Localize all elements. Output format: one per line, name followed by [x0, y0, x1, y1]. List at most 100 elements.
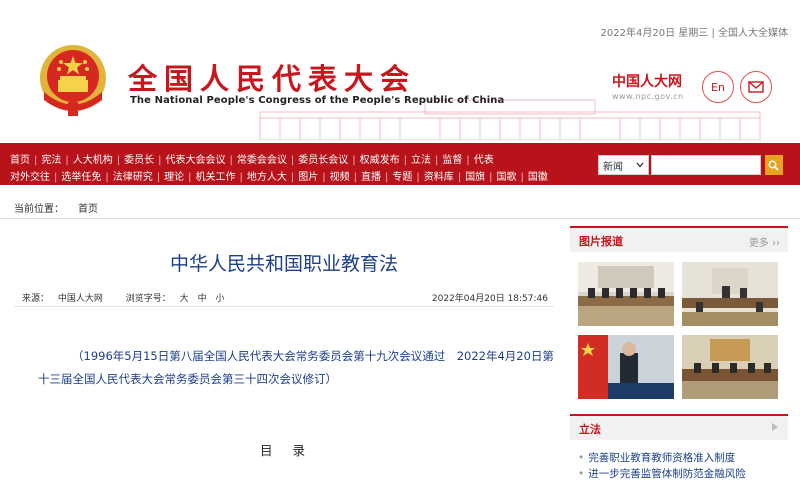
nav-separator: |: [489, 172, 493, 183]
nav-item[interactable]: 机关工作: [196, 172, 236, 183]
nav-separator: |: [352, 155, 356, 166]
mail-button[interactable]: [740, 71, 772, 103]
bullet-icon: •: [578, 452, 585, 464]
nav-row-2: 对外交往 | 选举任免 | 法律研究 | 理论 | 机关工作 | 地方人大 | 图片 | 视频 | 直播 | 专题 |…: [10, 168, 548, 183]
site-title-english: The National People's Congress of the Pe…: [130, 95, 505, 106]
photo-report-header: 图片报道 更多 ››: [570, 226, 788, 252]
divider: [14, 306, 554, 307]
site-title: 全国人民代表大会: [128, 62, 417, 96]
font-size-large[interactable]: 大: [180, 294, 189, 304]
more-label: 更多: [748, 238, 769, 249]
nav-separator: |: [322, 172, 326, 183]
nav-item[interactable]: 代表大会会议: [166, 155, 226, 166]
nav-separator: |: [54, 172, 58, 183]
breadcrumb-home-link[interactable]: 首页: [78, 204, 98, 215]
publish-datetime: 2022年04月20日 18:57:46: [431, 294, 548, 304]
nav-item[interactable]: 权威发布: [360, 155, 400, 166]
npc-net-logo[interactable]: 中国人大网 www.npc.gov.cn: [612, 71, 684, 101]
photo-thumbnail[interactable]: [578, 262, 674, 326]
nav-item[interactable]: 选举任免: [61, 172, 101, 183]
nav-item[interactable]: 对外交往: [10, 172, 50, 183]
nav-separator: |: [466, 155, 470, 166]
main-nav: 首页 | 宪法 | 人大机构 | 委员长 | 代表大会会议 | 常委会会议 | 委员长会议 | 权威发布 | 立…: [0, 143, 800, 185]
photo-thumbnail[interactable]: [682, 262, 778, 326]
more-arrow-icon: [772, 423, 778, 431]
nav-separator: |: [403, 155, 407, 166]
divider: [0, 218, 800, 219]
list-item[interactable]: • 完善职业教育教师资格准入制度: [578, 450, 788, 466]
nav-item[interactable]: 代表: [474, 155, 494, 166]
nav-item[interactable]: 法律研究: [113, 172, 153, 183]
breadcrumb-label: 当前位置：: [14, 204, 64, 215]
national-emblem-icon: [40, 45, 106, 116]
nav-separator: |: [105, 172, 109, 183]
nav-separator: |: [520, 172, 524, 183]
nav-row-1: 首页 | 宪法 | 人大机构 | 委员长 | 代表大会会议 | 常委会会议 | 委员长会议 | 权威发布 | 立…: [10, 151, 494, 166]
search-button[interactable]: [764, 155, 783, 175]
nav-separator: |: [353, 172, 357, 183]
source-label: 来源：: [22, 294, 50, 304]
nav-item[interactable]: 宪法: [41, 155, 61, 166]
nav-item[interactable]: 监督: [442, 155, 462, 166]
breadcrumb: 当前位置： 首页: [14, 200, 98, 215]
search-icon: [768, 160, 779, 171]
nav-item[interactable]: 委员长: [124, 155, 154, 166]
font-size-label: 浏览字号：: [125, 294, 171, 304]
list-item-label: 完善职业教育教师资格准入制度: [588, 452, 736, 464]
bullet-icon: •: [578, 468, 585, 480]
toc-heading: 目录: [260, 443, 326, 458]
nav-item[interactable]: 理论: [164, 172, 184, 183]
list-item-label: 进一步完善监管体制防范金融风险: [588, 468, 746, 480]
nav-separator: |: [239, 172, 243, 183]
nav-item[interactable]: 国徽: [528, 172, 548, 183]
nav-item[interactable]: 首页: [10, 155, 30, 166]
nav-item[interactable]: 立法: [411, 155, 431, 166]
font-size-medium[interactable]: 中: [198, 294, 207, 304]
font-size-small[interactable]: 小: [215, 294, 224, 304]
nav-item[interactable]: 视频: [330, 172, 350, 183]
nav-separator: |: [290, 172, 295, 183]
nav-separator: |: [416, 172, 420, 183]
nav-separator: |: [385, 172, 389, 183]
nav-item[interactable]: 委员长会议: [298, 155, 348, 166]
nav-separator: |: [290, 155, 295, 166]
chevron-down-icon: [636, 162, 644, 168]
legislation-panel: 立法: [570, 414, 788, 440]
photo-thumbnail[interactable]: [682, 335, 778, 399]
nav-separator: |: [65, 155, 69, 166]
nav-item[interactable]: 图片: [298, 172, 318, 183]
nav-separator: |: [188, 172, 192, 183]
list-item[interactable]: • 进一步完善监管体制防范金融风险: [578, 466, 788, 482]
nav-item[interactable]: 国旗: [465, 172, 485, 183]
article-intro: （1996年5月15日第八届全国人民代表大会常务委员会第十九次会议通过 2022…: [38, 349, 554, 386]
nav-separator: |: [158, 155, 162, 166]
nav-item[interactable]: 专题: [392, 172, 412, 183]
nav-item[interactable]: 直播: [361, 172, 381, 183]
site-header: 2022年4月20日 星期三 | 全国人大全媒体 全国人民代表大会 The Na…: [0, 0, 800, 140]
mail-icon: [748, 81, 764, 93]
npc-logo-text: 中国人大网: [612, 74, 682, 90]
nav-item[interactable]: 国歌: [497, 172, 517, 183]
legislation-list: • 完善职业教育教师资格准入制度 • 进一步完善监管体制防范金融风险: [578, 450, 788, 482]
source-value: 中国人大网: [57, 294, 103, 304]
legislation-more-link[interactable]: [770, 422, 780, 435]
chevron-right-icon: ››: [772, 238, 780, 249]
legislation-title: 立法: [579, 423, 601, 436]
nav-item[interactable]: 常委会会议: [237, 155, 287, 166]
english-version-button[interactable]: En: [702, 71, 734, 103]
search-scope-select[interactable]: 新闻: [598, 155, 649, 175]
photo-report-more-link[interactable]: 更多 ››: [749, 234, 780, 249]
search-input[interactable]: [650, 155, 761, 175]
npc-logo-url: www.npc.gov.cn: [612, 92, 684, 101]
nav-item[interactable]: 资料库: [424, 172, 454, 183]
nav-item[interactable]: 人大机构: [73, 155, 113, 166]
nav-separator: |: [34, 155, 38, 166]
photo-thumbnail[interactable]: [578, 335, 674, 399]
nav-separator: |: [457, 172, 462, 183]
nav-separator: |: [435, 155, 439, 166]
nav-item[interactable]: 地方人大: [247, 172, 287, 183]
article-meta: 来源： 中国人大网 浏览字号： 大 中 小 2022年04月20日 18:57:…: [22, 291, 548, 304]
nav-separator: |: [229, 155, 233, 166]
search-box: 新闻: [598, 154, 783, 176]
nav-separator: |: [156, 172, 161, 183]
